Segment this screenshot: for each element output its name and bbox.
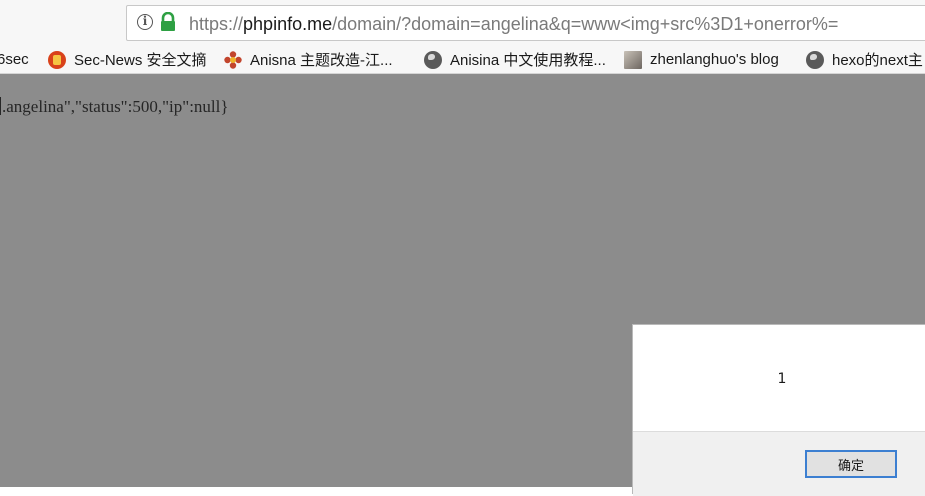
ok-button[interactable]: 确定 <box>805 450 897 478</box>
bookmark-label: hexo的next主 <box>832 52 923 69</box>
bookmark-sec-news[interactable]: Sec-News 安全文摘 <box>48 46 207 73</box>
text-cursor <box>0 97 1 115</box>
bookmark-label: 6sec <box>0 51 29 68</box>
alert-footer: 确定 <box>633 431 925 496</box>
url-fade <box>875 6 925 40</box>
url-text[interactable]: https://phpinfo.me/domain/?domain=angeli… <box>189 12 925 36</box>
bookmark-hexo[interactable]: hexo的next主 <box>806 46 923 73</box>
flower-icon <box>224 50 242 69</box>
avatar-icon <box>624 50 642 69</box>
alert-message: 1 <box>777 371 787 387</box>
json-response: .angelina","status":500,"ip":null} <box>0 97 229 117</box>
bookmark-label: Sec-News 安全文摘 <box>74 52 207 69</box>
url-scheme: https:// <box>189 14 244 34</box>
info-icon[interactable]: i <box>137 14 153 30</box>
sec-news-icon <box>48 50 66 69</box>
browser-toolbar: i https://phpinfo.me/domain/?domain=ange… <box>0 0 925 46</box>
bookmark-anisna[interactable]: Anisna 主题改造-江... <box>224 46 393 73</box>
json-response-text: .angelina","status":500,"ip":null} <box>2 97 229 116</box>
bookmark-label: zhenlanghuo's blog <box>650 51 779 68</box>
bookmark-6sec[interactable]: 6sec <box>0 46 29 73</box>
url-host: phpinfo.me <box>243 14 333 34</box>
globe-icon <box>806 50 824 69</box>
bookmark-zhenlanghuo[interactable]: zhenlanghuo's blog <box>624 46 779 73</box>
bookmarks-bar: 6sec Sec-News 安全文摘 Anisna 主题改造-江... Anis… <box>0 46 925 74</box>
globe-icon <box>424 50 442 69</box>
address-bar[interactable]: i https://phpinfo.me/domain/?domain=ange… <box>126 5 925 41</box>
bookmark-label: Anisna 主题改造-江... <box>250 52 393 69</box>
bookmark-anisina[interactable]: Anisina 中文使用教程... <box>424 46 606 73</box>
bookmark-label: Anisina 中文使用教程... <box>450 52 606 69</box>
url-path: /domain/?domain=angelina&q=www<img+src%3… <box>332 14 839 34</box>
lock-icon <box>161 12 175 31</box>
alert-dialog: 1 确定 <box>632 324 925 496</box>
